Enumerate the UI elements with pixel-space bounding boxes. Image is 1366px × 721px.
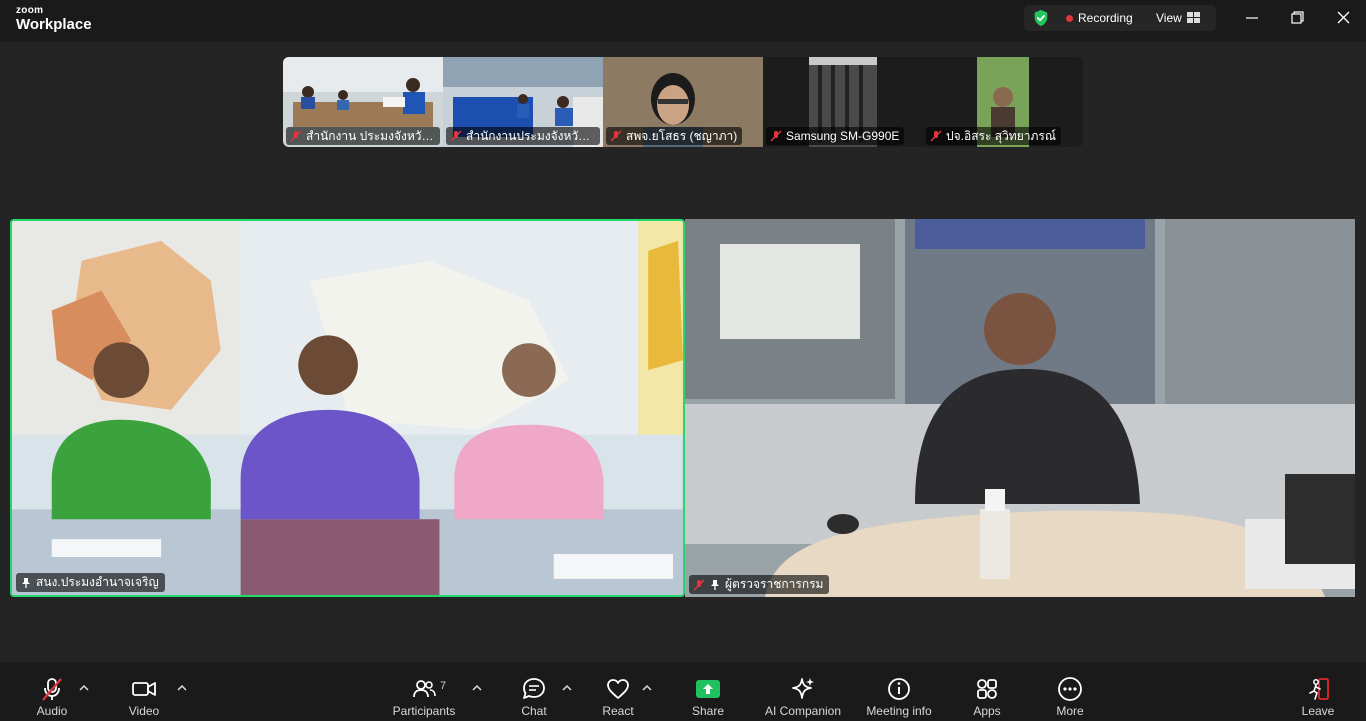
apps-button[interactable]: Apps <box>942 676 1032 721</box>
thumbnail-name: สพจ.ยโสธร (ชญาภา) <box>606 127 743 145</box>
thumbnail-tile[interactable]: สพจ.ยโสธร (ชญาภา) <box>603 57 763 147</box>
sparkle-icon <box>792 678 814 699</box>
video-tile[interactable]: ผู้ตรวจราชการกรม <box>685 219 1355 597</box>
participant-nametag: สนง.ประมงอำนาจเจริญ <box>16 573 165 592</box>
participant-name: ผู้ตรวจราชการกรม <box>725 577 824 591</box>
leave-label: Leave <box>1301 704 1335 718</box>
thumbnail-name: Samsung SM-G990E <box>766 127 905 145</box>
thumbnail-tile[interactable]: ปจ.อิสระ สุวิทยาภรณ์ <box>923 57 1083 147</box>
participant-name: สนง.ประมงอำนาจเจริญ <box>36 575 159 589</box>
chat-label: Chat <box>521 704 547 718</box>
thumbnail-name: สำนักงานประมงจังหวัดยโส... <box>446 127 600 145</box>
thumbnail-name: สำนักงาน ประมงจังหวัดอุ... <box>286 127 440 145</box>
mic-muted-icon <box>290 130 302 142</box>
mic-muted-icon <box>610 130 622 142</box>
pin-icon <box>711 579 719 590</box>
meeting-stage: สำนักงาน ประมงจังหวัดอุ... สำนักงานประมง… <box>0 42 1366 662</box>
mic-muted-icon <box>693 578 705 591</box>
participant-video <box>12 221 683 595</box>
mic-muted-icon <box>42 678 62 701</box>
info-icon <box>888 678 910 700</box>
participants-button[interactable]: Participants <box>379 676 469 721</box>
thumbnail-name: ปจ.อิสระ สุวิทยาภรณ์ <box>926 127 1061 145</box>
more-icon <box>1058 677 1082 701</box>
react-label: React <box>602 704 634 718</box>
grid-view-icon[interactable] <box>1187 12 1200 23</box>
minimize-icon[interactable] <box>1241 9 1263 27</box>
participant-video <box>685 219 1355 597</box>
leave-button[interactable]: Leave <box>1273 676 1363 721</box>
thumbnail-tile[interactable]: สำนักงาน ประมงจังหวัดอุ... <box>283 57 443 147</box>
meeting-info-button[interactable]: Meeting info <box>854 676 944 721</box>
more-button[interactable]: More <box>1025 676 1115 721</box>
share-label: Share <box>691 704 725 718</box>
thumbnail-tile[interactable]: สำนักงานประมงจังหวัดยโส... <box>443 57 603 147</box>
video-button[interactable]: Video <box>99 676 189 721</box>
share-button[interactable]: Share <box>663 676 753 721</box>
mic-muted-icon <box>930 130 942 142</box>
ai-companion-label: AI Companion <box>764 704 842 718</box>
video-camera-icon <box>132 682 156 696</box>
video-tile-active-speaker[interactable]: สนง.ประมงอำนาจเจริญ <box>10 219 685 597</box>
meeting-status-group: Recording View <box>1024 5 1216 31</box>
audio-label: Audio <box>36 704 68 718</box>
video-label: Video <box>128 704 160 718</box>
heart-icon <box>607 679 629 699</box>
more-label: More <box>1056 704 1084 718</box>
participants-count: 7 <box>440 680 447 692</box>
chat-button[interactable]: Chat <box>489 676 579 721</box>
audio-button[interactable]: Audio <box>7 676 97 721</box>
mic-muted-icon <box>450 130 462 142</box>
chevron-up-icon[interactable] <box>177 684 187 692</box>
restore-icon[interactable] <box>1286 9 1308 27</box>
brand-small: zoom <box>16 5 44 16</box>
view-button[interactable]: View <box>1156 11 1182 25</box>
meeting-info-label: Meeting info <box>866 704 932 718</box>
ai-companion-button[interactable]: AI Companion <box>758 676 848 721</box>
participant-thumbnail-strip: สำนักงาน ประมงจังหวัดอุ... สำนักงานประมง… <box>283 57 1083 147</box>
participants-icon <box>413 680 436 698</box>
brand-name: Workplace <box>16 16 92 33</box>
participants-label: Participants <box>392 704 456 718</box>
leave-icon <box>1309 678 1329 700</box>
chevron-up-icon[interactable] <box>642 684 652 692</box>
meeting-toolbar: Audio Video Participants 7 Chat React Sh… <box>0 662 1366 721</box>
apps-icon <box>977 679 997 699</box>
chevron-up-icon[interactable] <box>472 684 482 692</box>
close-icon[interactable] <box>1332 9 1354 27</box>
pin-icon <box>22 577 30 588</box>
mic-muted-icon <box>770 130 782 142</box>
apps-label: Apps <box>973 704 1001 718</box>
chevron-up-icon[interactable] <box>79 684 89 692</box>
react-button[interactable]: React <box>573 676 663 721</box>
share-screen-icon <box>696 680 720 698</box>
thumbnail-tile[interactable]: Samsung SM-G990E <box>763 57 923 147</box>
recording-dot-icon <box>1066 15 1073 22</box>
shield-check-icon[interactable] <box>1032 9 1050 27</box>
participant-nametag: ผู้ตรวจราชการกรม <box>689 575 830 594</box>
title-bar: zoom Workplace Recording View <box>0 0 1366 42</box>
chat-icon <box>523 678 545 699</box>
app-logo: zoom Workplace <box>16 5 92 33</box>
recording-status[interactable]: Recording <box>1078 11 1133 25</box>
chevron-up-icon[interactable] <box>562 684 572 692</box>
